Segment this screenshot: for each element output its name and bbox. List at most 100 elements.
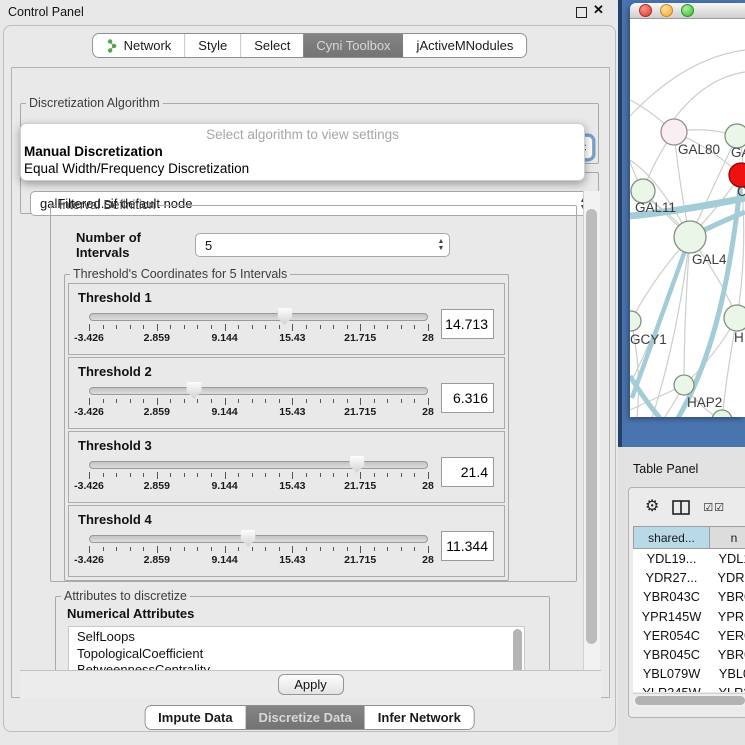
tab-cyni-toolbox[interactable]: Cyni Toolbox [303,34,403,57]
table-row[interactable]: YBL079WYBL0 [633,664,745,683]
table-cell[interactable]: YBR043C [633,587,710,606]
table-cell[interactable]: YLR3 [710,683,745,692]
tab-label: Select [254,38,290,53]
slider-thumb[interactable] [187,382,202,399]
close-traffic-light-icon[interactable] [639,4,652,17]
network-node[interactable] [712,410,732,417]
node-label: GAL80 [678,142,720,157]
zoom-traffic-light-icon[interactable] [681,4,694,17]
threshold-slider[interactable]: -3.4262.8599.14415.4321.71528 [89,457,428,493]
table-cell[interactable]: YBL079W [633,664,710,683]
slider-tick-labels: -3.4262.8599.14415.4321.71528 [89,406,428,418]
table-cell[interactable]: YER0 [710,626,745,645]
threshold-slider[interactable]: -3.4262.8599.14415.4321.71528 [89,531,428,567]
table-cell[interactable]: YER054C [633,626,710,645]
network-node-h[interactable] [724,305,745,331]
table-horizontal-scrollbar[interactable] [633,693,745,707]
tab-label: Style [198,38,227,53]
table-cell[interactable]: YBR0 [710,587,745,606]
threshold-value-field[interactable]: 14.713 [441,309,494,339]
attribute-list-item[interactable]: TopologicalCoefficient [77,646,524,663]
tab-label: Network [124,38,172,53]
table-cell[interactable]: YDL19... [633,549,710,568]
scrollbar-thumb[interactable] [586,209,597,644]
tab-jactivemnodules[interactable]: jActiveMNodules [404,34,527,57]
table-row[interactable]: YLR345WYLR3 [633,683,745,692]
scrollbar-thumb[interactable] [635,696,745,705]
table-cell[interactable]: YDL1 [710,549,745,568]
column-header[interactable]: n [710,526,745,549]
threshold-value-field[interactable]: 6.316 [441,383,494,413]
table-row[interactable]: YBR043CYBR0 [633,587,745,606]
close-window-icon[interactable]: ✕ [593,2,604,18]
table-cell[interactable]: YBL0 [710,664,745,683]
dropdown-item[interactable]: Equal Width/Frequency Discretization [21,160,584,177]
threshold-slider[interactable]: -3.4262.8599.14415.4321.71528 [89,383,428,419]
network-window-titlebar [630,3,745,19]
threshold-value-field[interactable]: 21.4 [441,457,494,487]
table-cell[interactable]: YBR045C [633,645,710,664]
slider-track[interactable] [89,535,428,543]
threshold-slider[interactable]: -3.4262.8599.14415.4321.71528 [89,309,428,345]
tab-discretize-data[interactable]: Discretize Data [246,706,365,729]
dropdown-item[interactable]: Manual Discretization [21,143,584,160]
network-edge[interactable] [630,50,745,116]
table-row[interactable]: YPR145WYPR1 [633,607,745,626]
network-node-gal4[interactable] [674,221,706,253]
settings-scroll-area: Interval Definition Number of Intervals … [20,191,601,670]
table-cell[interactable]: YPR145W [633,607,710,626]
slider-thumb[interactable] [349,456,364,473]
slider-track[interactable] [89,387,428,395]
tick-label: 21.715 [344,332,376,344]
tick-label: -3.426 [74,480,104,492]
tab-impute-data[interactable]: Impute Data [145,706,245,729]
threshold-label: Threshold 2 [69,358,504,379]
slider-thumb[interactable] [277,308,292,325]
attribute-list-item[interactable]: SelfLoops [77,629,524,646]
column-header[interactable]: shared... [633,526,710,549]
spinner-arrows-icon: ▲▼ [433,238,449,252]
tab-network[interactable]: Network [93,34,185,57]
table-panel: ⚙ ☑☑ shared...n YDL19...YDL1YDR27...YDR2… [628,487,745,718]
table-cell[interactable]: YLR345W [633,683,710,692]
apply-button-row: Apply [20,670,601,698]
tab-select[interactable]: Select [240,34,303,57]
attribute-list-item[interactable]: BetweennessCentrality [77,662,524,670]
threshold-value-field[interactable]: 11.344 [441,531,494,561]
table-cell[interactable]: YDR2 [710,568,745,587]
table-row[interactable]: YBR045CYBR0 [633,645,745,664]
attributes-group: Attributes to discretize Numerical Attri… [55,589,550,670]
table-row[interactable]: YDR27...YDR2 [633,568,745,587]
network-view-window: GAL80GACGAL11GAL4GCY1HHAP2 [630,3,745,417]
settings-vertical-scrollbar[interactable] [583,191,600,670]
table-row[interactable]: YDL19...YDL1 [633,549,745,568]
network-node-hap2[interactable] [674,375,694,395]
threshold-panel: Threshold 4-3.4262.8599.14415.4321.71528… [68,505,505,577]
number-of-intervals-spinner[interactable]: 5 ▲▼ [195,233,450,257]
select-columns-icons[interactable]: ☑☑ [703,501,725,514]
tab-style[interactable]: Style [184,34,240,57]
slider-track[interactable] [89,313,428,321]
network-graph-canvas[interactable]: GAL80GACGAL11GAL4GCY1HHAP2 [630,20,745,417]
window-title: Control Panel [8,5,84,19]
gear-icon[interactable]: ⚙ [645,499,659,515]
number-of-intervals-row: Number of Intervals 5 ▲▼ [76,230,450,260]
network-edge[interactable] [674,72,745,119]
minimize-traffic-light-icon[interactable] [660,4,673,17]
slider-track[interactable] [89,461,428,469]
table-cell[interactable]: YPR1 [710,607,745,626]
interval-definition-group: Interval Definition Number of Intervals … [50,198,577,582]
number-of-intervals-value: 5 [196,238,433,253]
attributes-list-scrollbar[interactable] [513,629,522,670]
table-row[interactable]: YER054CYER0 [633,626,745,645]
split-columns-icon[interactable] [672,500,690,515]
slider-thumb[interactable] [241,530,256,547]
dropdown-placeholder-item[interactable]: Select algorithm to view settings [21,124,584,143]
numerical-attributes-list[interactable]: SelfLoopsTopologicalCoefficientBetweenne… [68,626,525,670]
tab-infer-network[interactable]: Infer Network [365,706,474,729]
table-cell[interactable]: YDR27... [633,568,710,587]
network-node-gcy1[interactable] [630,311,641,331]
float-window-icon[interactable] [576,7,587,18]
table-cell[interactable]: YBR0 [710,645,745,664]
apply-button[interactable]: Apply [278,674,344,695]
